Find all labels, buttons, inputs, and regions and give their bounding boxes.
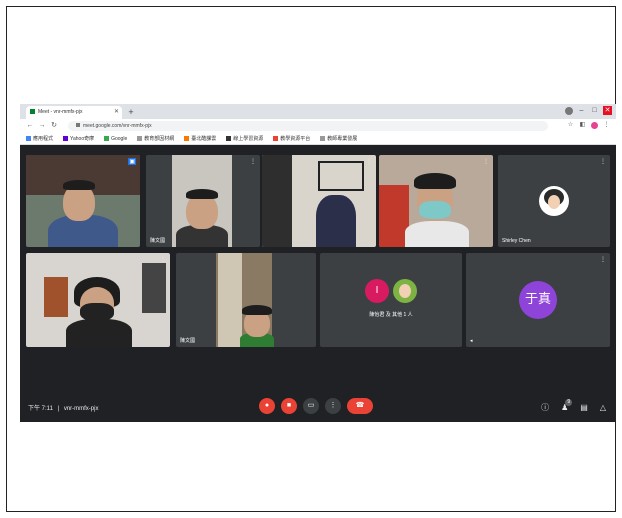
participant-tile-9[interactable]: 于真 ⋮ ◂ [466,253,610,347]
star-icon[interactable]: ☆ [567,122,574,129]
bookmark-item[interactable]: 應用程式 [26,135,53,142]
people-icon[interactable]: ♟ 9 [561,399,573,412]
tab-close-icon[interactable]: ✕ [114,108,119,115]
more-vert-icon[interactable]: ⋮ [325,398,341,414]
minimize-icon[interactable]: – [577,106,586,115]
browser-menu-icon[interactable]: ⋮ [603,122,610,129]
bookmark-label: 教學資源平台 [280,136,311,142]
bookmarks-bar: 應用程式 Yahoo奇摩 Google 教育部因材網 臺北酷課雲 線上學習資源 教學資源平台… [20,133,616,145]
grouped-avatars: I [365,278,417,303]
browser-tab[interactable]: Meet - vnr-mmfx-pjx ✕ [26,106,122,119]
bookmark-icon [137,136,143,141]
more-options-icon[interactable]: ⋮ [600,158,606,165]
videocam-off-icon[interactable]: ■ [281,398,297,414]
people-count: 9 [565,399,573,406]
profile-avatar[interactable] [591,122,598,129]
back-icon[interactable]: ← [26,122,34,130]
bookmark-label: 教師專業發展 [327,136,358,142]
bookmark-label: 應用程式 [33,136,54,142]
participant-tile-2[interactable]: 陳文國 ⋮ [146,155,260,247]
participant-tile-6[interactable]: ⋮ [26,253,170,347]
bookmark-item[interactable]: 線上學習資源 [226,135,263,142]
address-bar: ← → ↻ meet.google.com/vnr-mmfx-pjx ☆ ◧ ⋮ [20,119,616,133]
record-icon[interactable] [565,106,573,115]
participant-tile-1[interactable]: ▣ [26,155,140,247]
pin-icon[interactable]: ▣ [128,158,136,165]
bookmark-icon [320,136,326,141]
more-options-icon[interactable]: ⋮ [483,158,489,165]
tab-bar: Meet - vnr-mmfx-pjx ✕ + – □ ✕ [20,104,616,119]
close-window-icon[interactable]: ✕ [603,106,612,115]
participant-mic-icon: ◂ [470,338,473,344]
meeting-info: 下午 7:11 | vnr-mmfx-pjx [28,406,99,412]
info-icon[interactable]: ⓘ [541,402,549,413]
participant-tile-7[interactable]: 陳文國 [176,253,316,347]
more-options-icon[interactable]: ⋮ [160,256,166,263]
more-options-icon[interactable]: ⋮ [600,256,606,263]
avatar-letter: I [365,278,389,303]
bookmark-label: 教育部因材網 [144,136,175,142]
bookmark-item[interactable]: Google [104,135,127,142]
bookmark-item[interactable]: Yahoo奇摩 [63,135,94,142]
participant-avatar [539,186,569,216]
bookmark-icon [104,136,110,141]
address-bar-actions: ☆ ◧ ⋮ [567,122,610,129]
new-tab-button[interactable]: + [126,107,136,117]
bookmark-item[interactable]: 教師專業發展 [320,135,357,142]
more-options-icon[interactable]: ⋮ [250,158,256,165]
mic-off-icon[interactable]: ● [259,398,275,414]
participant-tile-8[interactable]: I 陳怡君 及 其他 1 人 [320,253,462,347]
participant-tile-5[interactable]: Shirley Chen ⋮ [498,155,610,247]
participant-letter-avatar: 于真 [519,281,557,319]
bookmark-icon [184,136,190,141]
meeting-time: 下午 7:11 [28,406,53,412]
participant-tile-4[interactable]: ⋮ [379,155,493,247]
forward-icon[interactable]: → [38,122,46,130]
meeting-code: vnr-mmfx-pjx [63,406,99,412]
bookmark-item[interactable]: 臺北酷課雲 [184,135,216,142]
participant-group-name: 陳怡君 及 其他 1 人 [369,312,413,319]
bookmark-icon [26,136,31,141]
lock-icon [76,123,80,127]
bookmark-label: 線上學習資源 [233,136,264,142]
url-input[interactable]: meet.google.com/vnr-mmfx-pjx [68,121,548,131]
meet-favicon-icon [30,109,35,115]
bookmark-icon [226,136,232,141]
extension-icon[interactable]: ◧ [579,122,586,129]
url-text: meet.google.com/vnr-mmfx-pjx [83,123,152,129]
chat-icon[interactable]: ▤ [580,403,588,412]
avatar-photo [393,278,417,303]
bookmark-label: Google [111,135,128,142]
more-options-icon[interactable]: ⋮ [366,158,372,165]
meeting-stage: ▣ 陳文國 ⋮ ⋮ ⋮ Shirley Chen ⋮ ⋮ 陳文國 I 陳怡君 及… [20,145,616,422]
meeting-controls-bar: 下午 7:11 | vnr-mmfx-pjx ● ■ ▭ ⋮ ☎ ⓘ ♟ 9 ▤ … [20,393,616,422]
bookmark-item[interactable]: 教育部因材網 [137,135,174,142]
maximize-icon[interactable]: □ [590,106,599,115]
participant-name: Shirley Chen [502,238,531,244]
activities-icon[interactable]: △ [600,403,606,412]
participant-name: 陳文國 [150,238,166,244]
bookmark-icon [63,136,69,141]
window-controls: – □ ✕ [565,106,612,115]
participant-name: 陳文國 [180,338,196,344]
reload-icon[interactable]: ↻ [50,122,58,130]
bookmark-icon [273,136,279,141]
meet-browser-window: Meet - vnr-mmfx-pjx ✕ + – □ ✕ ← → ↻ meet… [20,104,616,422]
bookmark-label: Yahoo奇摩 [70,136,95,142]
bookmark-label: 臺北酷課雲 [191,136,217,142]
tab-title: Meet - vnr-mmfx-pjx [38,109,83,115]
participant-tile-3[interactable]: ⋮ [262,155,376,247]
call-end-icon[interactable]: ☎ [347,398,373,414]
side-controls: ⓘ ♟ 9 ▤ △ [541,399,606,413]
captions-icon[interactable]: ▭ [303,398,319,414]
call-controls: ● ■ ▭ ⋮ ☎ [259,398,373,414]
bookmark-item[interactable]: 教學資源平台 [273,135,310,142]
